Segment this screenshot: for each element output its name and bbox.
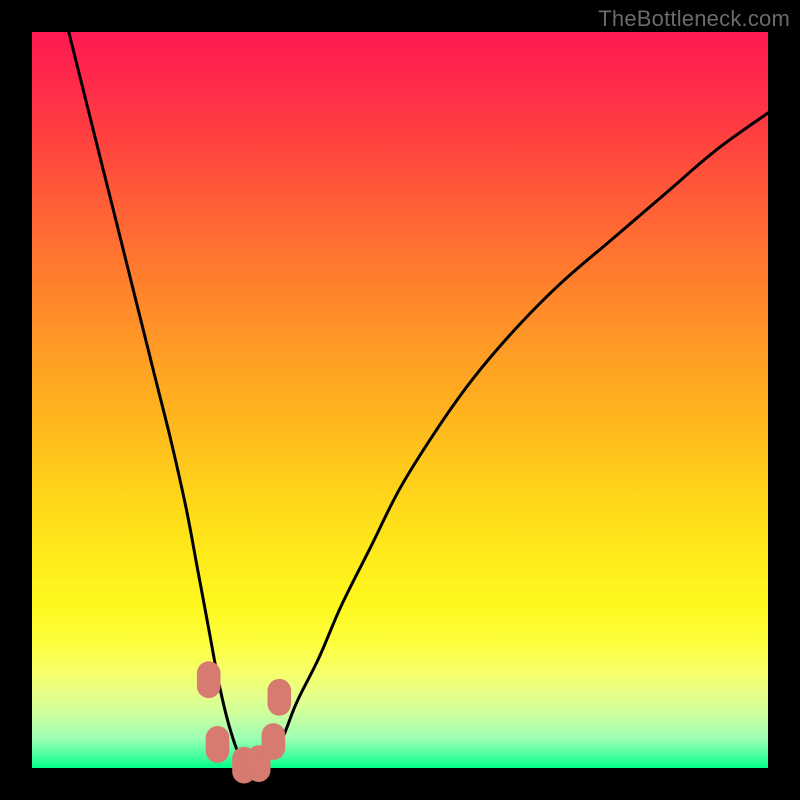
bottleneck-curve <box>69 32 768 768</box>
curve-marker <box>262 723 286 760</box>
plot-area <box>32 32 768 768</box>
curve-marker <box>268 679 292 716</box>
curve-marker <box>206 726 230 763</box>
markers-group <box>197 661 291 783</box>
curve-marker <box>197 661 221 698</box>
watermark-text: TheBottleneck.com <box>598 6 790 32</box>
curve-svg <box>32 32 768 768</box>
chart-container: TheBottleneck.com <box>0 0 800 800</box>
